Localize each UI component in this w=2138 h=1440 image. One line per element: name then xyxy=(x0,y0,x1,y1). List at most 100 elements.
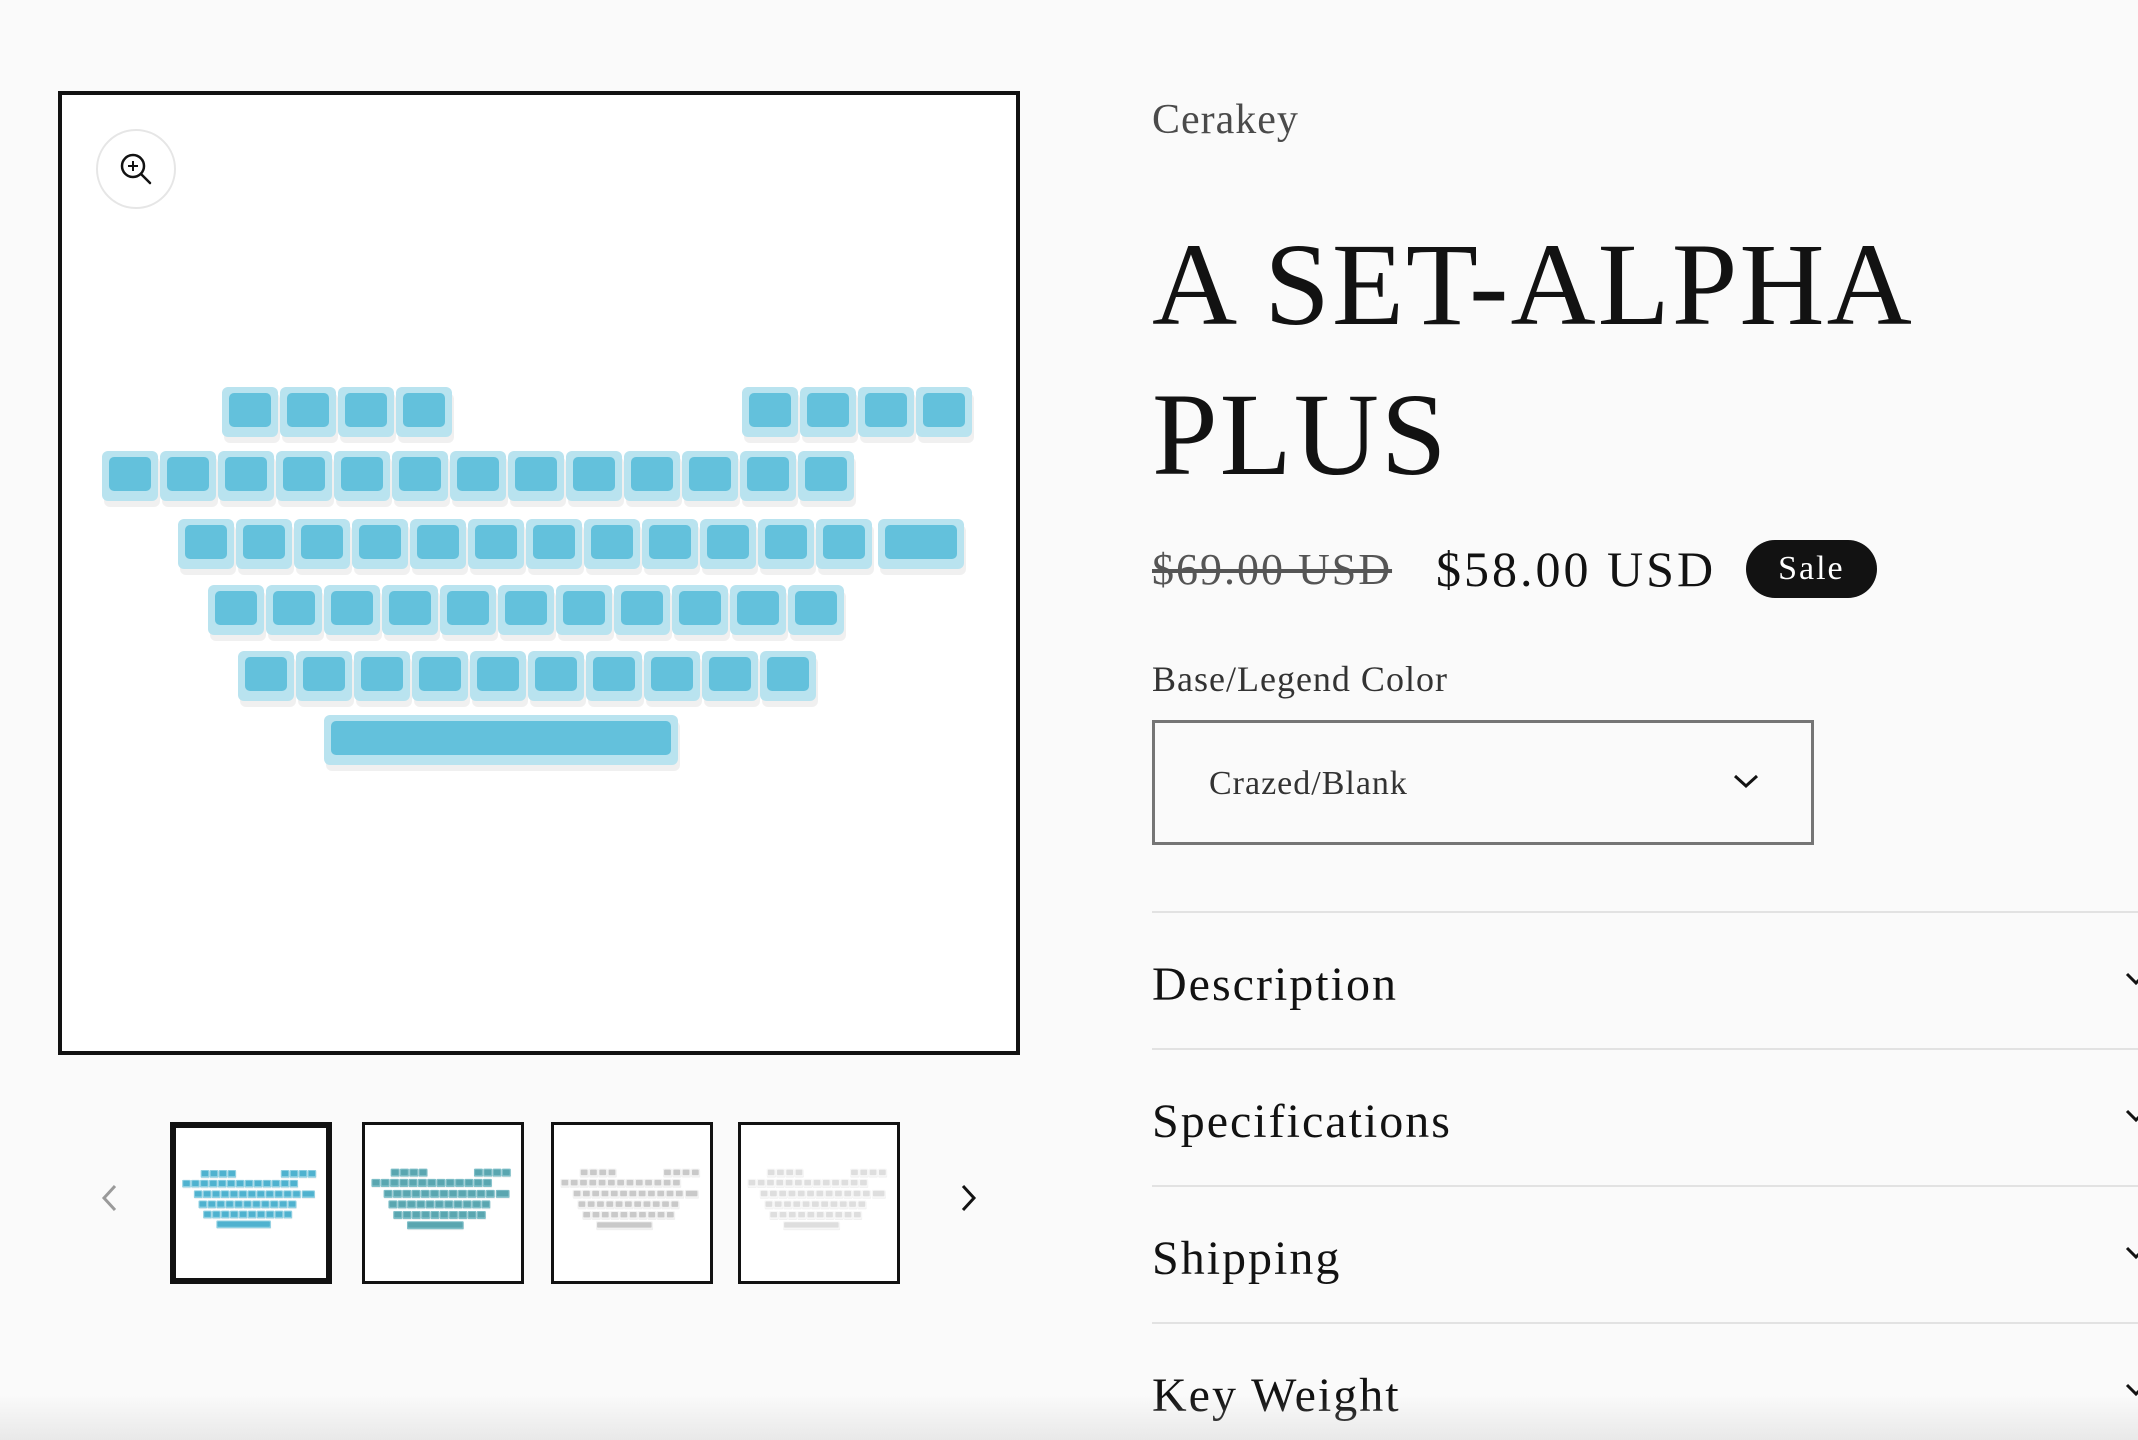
keycap-top xyxy=(563,591,605,625)
thumbnail-keycap-top xyxy=(428,1179,436,1186)
keycap-top xyxy=(689,457,731,491)
thumbnail-keycap-top xyxy=(208,1201,215,1207)
thumbnail-keycap-top xyxy=(431,1211,439,1218)
thumbnail-keycap-top xyxy=(456,1179,463,1186)
keycap-top xyxy=(301,525,343,559)
thumbnail-keycap-top xyxy=(657,1190,665,1197)
keycap-top xyxy=(533,525,575,559)
thumbnail-keycap-top xyxy=(673,1179,680,1186)
thumbnail-keycap-top xyxy=(477,1211,485,1218)
thumbnail-keycap-top xyxy=(426,1201,434,1207)
keycap-top xyxy=(475,525,517,559)
product-vendor: Cerakey xyxy=(1152,97,1299,143)
thumbnail-keycap-top xyxy=(409,1179,417,1186)
thumbnail-keycap-top xyxy=(606,1201,614,1207)
product-main-image[interactable] xyxy=(58,91,1020,1055)
thumbnail-keycap-top xyxy=(748,1179,756,1186)
thumbnail-keycap-top xyxy=(482,1201,490,1207)
thumbnail-keycap-top xyxy=(288,1201,296,1207)
thumbnail-keycap-top xyxy=(664,1169,671,1176)
thumbnail-keycap-top xyxy=(410,1169,418,1176)
thumbnail-keycap-top xyxy=(194,1191,202,1197)
keycap-top xyxy=(749,393,791,427)
thumbnail-keycap-top xyxy=(408,1201,415,1207)
zoom-in-icon xyxy=(120,153,152,185)
keycap-top xyxy=(631,457,673,491)
keycap-top xyxy=(229,393,271,427)
keycap-top xyxy=(243,525,285,559)
thumbnail-white-legends[interactable] xyxy=(551,1122,713,1284)
thumbnail-keycap-top xyxy=(860,1169,868,1176)
zoom-button[interactable] xyxy=(96,129,176,209)
thumbnail-keycap-top xyxy=(440,1190,448,1197)
thumbnail-keycap-top xyxy=(589,1179,597,1186)
thumbnail-keycap-top xyxy=(484,1169,492,1176)
thumbnail-keycap-top xyxy=(648,1211,656,1218)
thumbnail-crazed-blue[interactable] xyxy=(170,1122,332,1284)
thumbnail-keycap-top xyxy=(807,1211,815,1218)
keycap-top xyxy=(245,657,287,691)
accordion-shipping[interactable]: Shipping xyxy=(1152,1185,2138,1322)
thumbnail-keycap-top xyxy=(281,1180,289,1187)
thumbnail-keycap-top xyxy=(475,1169,482,1176)
thumbnail-white-blank[interactable] xyxy=(738,1122,900,1284)
keycap-top xyxy=(707,525,749,559)
thumbnail-keycap-top xyxy=(502,1169,510,1176)
thumbnail-keycap-top xyxy=(835,1190,842,1197)
thumbnail-keycap-top xyxy=(290,1180,297,1187)
bottom-shadow xyxy=(0,1395,2138,1440)
thumbnail-keycap-top xyxy=(860,1179,867,1186)
thumbnail-keycap-top xyxy=(776,1179,784,1186)
thumbnail-keycap-top xyxy=(853,1211,861,1218)
thumbnail-keycap-top xyxy=(611,1211,618,1218)
keycap-top xyxy=(651,657,693,691)
thumbnail-keycap-top xyxy=(685,1190,698,1197)
thumbnail-keycap-top xyxy=(608,1169,616,1176)
thumbnail-keycap-top xyxy=(788,1190,796,1197)
accordion-specifications[interactable]: Specifications xyxy=(1152,1048,2138,1185)
thumbnail-keycap-top xyxy=(459,1211,467,1218)
thumbnail-keycap-top xyxy=(770,1190,777,1197)
thumbnail-keycap-top xyxy=(228,1170,236,1177)
thumbnail-keycap-top xyxy=(293,1191,300,1197)
thumbnail-keycap-top xyxy=(629,1190,637,1197)
variant-select[interactable]: Crazed/Blank xyxy=(1152,720,1814,845)
thumbnail-keycap-top xyxy=(765,1201,773,1207)
product-accordion: Description Specifications Shipping Key … xyxy=(1152,911,2138,1440)
thumbnail-teal[interactable] xyxy=(362,1122,524,1284)
thumbnail-keycap-top xyxy=(858,1201,866,1207)
keycap-top xyxy=(747,457,789,491)
thumbnail-keycap-top xyxy=(419,1169,427,1176)
chevron-left-icon xyxy=(101,1184,117,1212)
thumbnail-keycap-top xyxy=(244,1201,251,1207)
thumbnail-keycap-top xyxy=(401,1169,408,1176)
thumbnail-keycap-top xyxy=(484,1179,491,1186)
thumbnail-keycap-top xyxy=(832,1179,839,1186)
keycap-top xyxy=(649,525,691,559)
thumbnail-keycap-top xyxy=(210,1180,217,1187)
thumbnail-keycap-top xyxy=(760,1190,768,1197)
thumbnail-keycap-top xyxy=(835,1211,843,1218)
keycap-top xyxy=(535,657,577,691)
thumbnail-keycap-top xyxy=(777,1169,784,1176)
slider-next-button[interactable] xyxy=(938,1168,998,1228)
keycap-top xyxy=(805,457,847,491)
thumbnail-keycap-top xyxy=(682,1169,690,1176)
thumbnail-keycap-top xyxy=(440,1211,448,1218)
thumbnail-keycap-top xyxy=(308,1170,316,1177)
accordion-description[interactable]: Description xyxy=(1152,911,2138,1048)
thumbnail-keycap-top xyxy=(421,1190,429,1197)
chevron-down-icon xyxy=(2125,1109,2138,1123)
slider-prev-button[interactable] xyxy=(80,1168,140,1228)
chevron-right-icon xyxy=(961,1184,977,1212)
chevron-down-icon xyxy=(2125,1246,2138,1260)
thumbnail-keycap-top xyxy=(384,1190,392,1197)
thumbnail-keycap-top xyxy=(412,1190,420,1197)
thumbnail-keycap-top xyxy=(213,1211,220,1217)
keycap-top xyxy=(287,393,329,427)
thumbnail-keycap-top xyxy=(231,1211,238,1217)
thumbnail-keycap-top xyxy=(578,1201,586,1207)
thumbnail-keycap-top xyxy=(629,1211,637,1218)
thumbnail-keycap-top xyxy=(290,1170,298,1177)
thumbnail-keycap-top xyxy=(391,1169,399,1176)
